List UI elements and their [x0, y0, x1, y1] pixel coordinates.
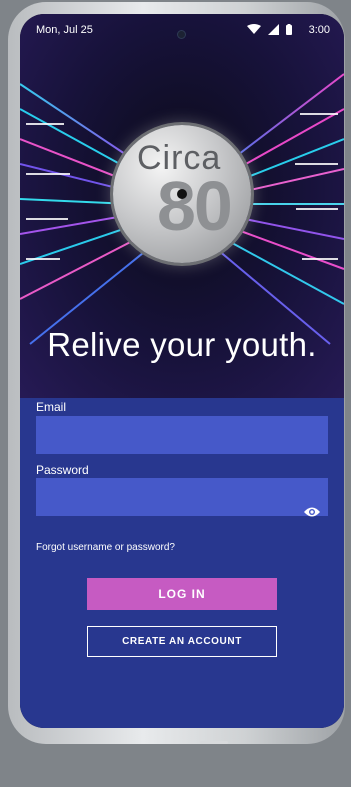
hero-tagline: Relive your youth. — [47, 326, 317, 363]
email-label: Email — [36, 400, 67, 414]
battery-icon — [286, 24, 292, 35]
forgot-credentials-link[interactable]: Forgot username or password? — [36, 542, 175, 553]
device-side-detail — [200, 741, 228, 744]
hero-banner: Circa 80 Relive your youth. — [20, 14, 344, 398]
logo-dot — [177, 189, 187, 199]
status-time: 3:00 — [308, 24, 330, 36]
create-account-button[interactable]: CREATE AN ACCOUNT — [87, 626, 277, 657]
phone-screen: Circa 80 Relive your youth. Mon, Jul 25 … — [20, 14, 344, 728]
logo-number: 80 — [157, 167, 233, 245]
wifi-icon — [247, 24, 261, 34]
eye-icon[interactable] — [303, 506, 321, 518]
password-field[interactable] — [36, 478, 328, 516]
login-button[interactable]: LOG IN — [87, 578, 277, 610]
status-icons — [247, 24, 292, 35]
status-date: Mon, Jul 25 — [36, 24, 93, 36]
status-bar: Mon, Jul 25 3:00 — [20, 14, 344, 48]
password-label: Password — [36, 463, 89, 477]
signal-icon — [268, 24, 279, 35]
email-field[interactable] — [36, 416, 328, 454]
login-form-panel: Email Password Forgot username or passwo… — [20, 398, 344, 728]
circa-80-logo: Circa 80 — [113, 125, 251, 263]
front-camera — [178, 31, 185, 38]
